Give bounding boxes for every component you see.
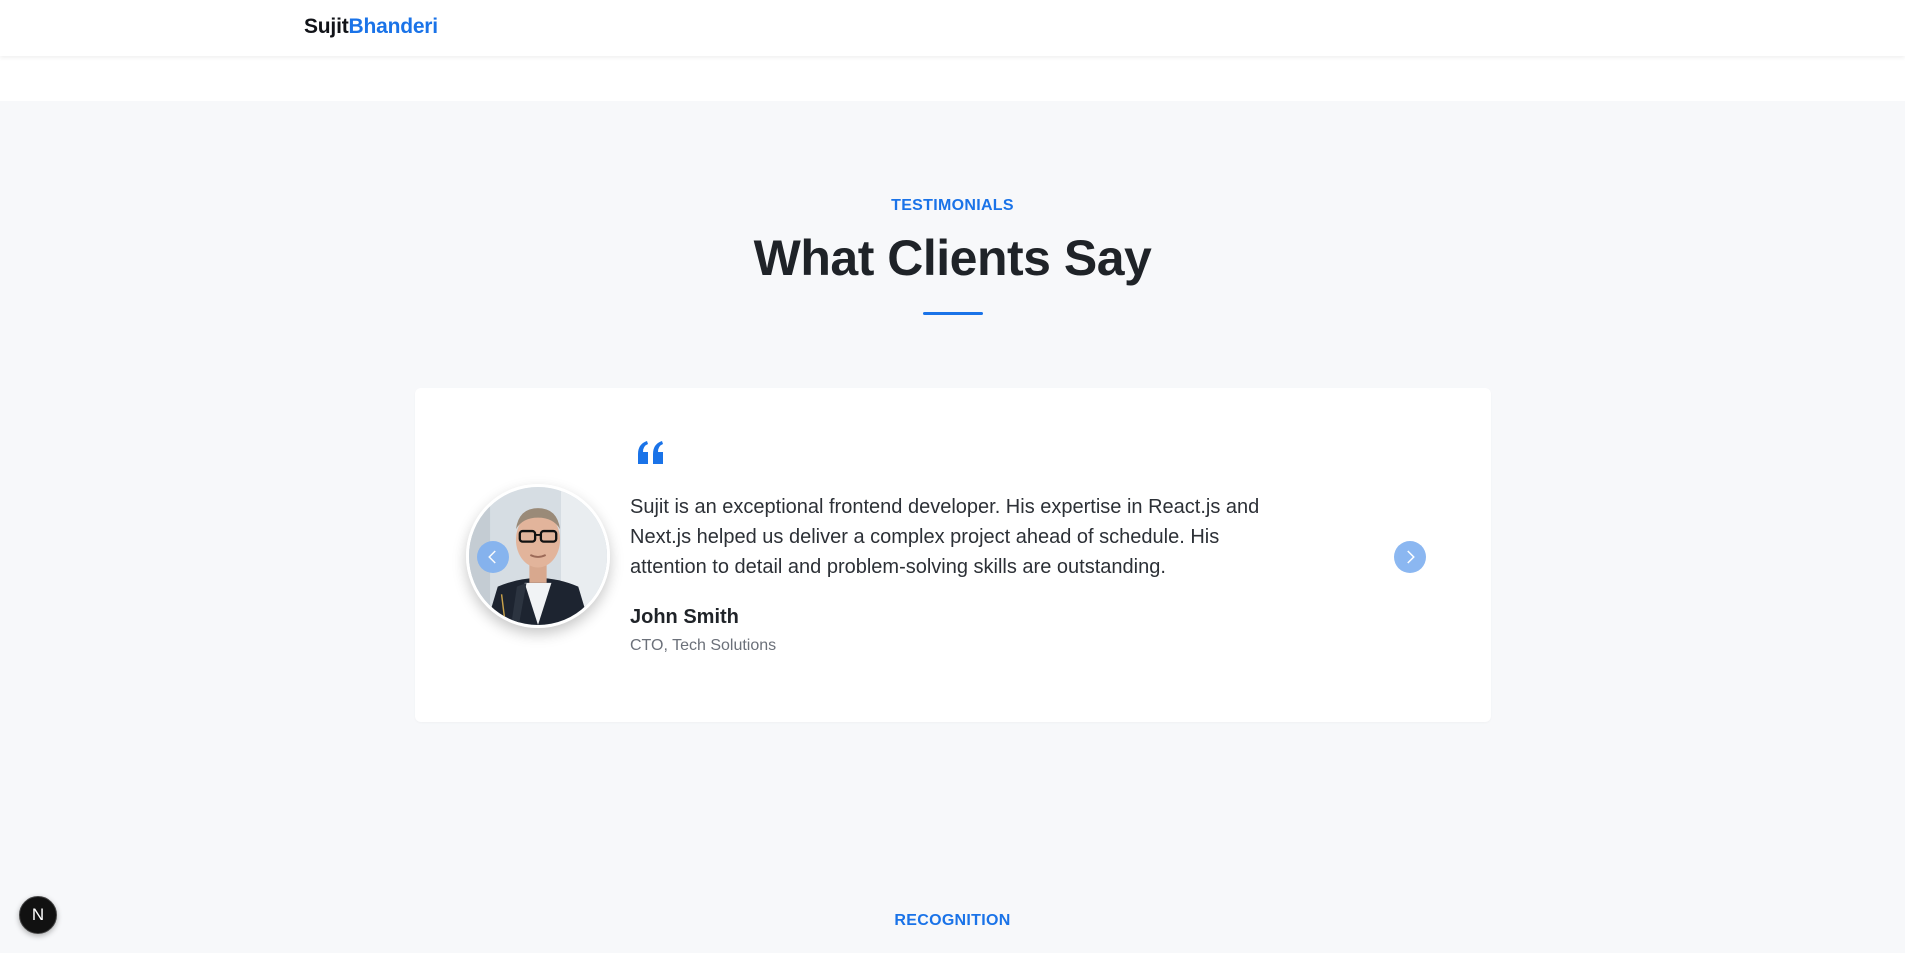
site-logo[interactable]: SujitBhanderi bbox=[304, 15, 438, 39]
author-name: John Smith bbox=[630, 606, 739, 628]
section-title: What Clients Say bbox=[753, 230, 1152, 286]
top-navbar: SujitBhanderi bbox=[0, 0, 1905, 56]
chevron-right-icon bbox=[1407, 550, 1415, 564]
chevron-left-icon bbox=[488, 550, 496, 564]
author-role: CTO, Tech Solutions bbox=[630, 637, 777, 654]
quote-icon bbox=[638, 441, 663, 464]
testimonial-card: Sujit is an exceptional frontend develop… bbox=[415, 388, 1491, 722]
testimonials-section: TESTIMONIALS What Clients Say Sujit is a… bbox=[0, 101, 1905, 953]
next-testimonial-button[interactable] bbox=[1394, 541, 1426, 573]
recognition-eyebrow: RECOGNITION bbox=[894, 912, 1011, 929]
dev-tools-badge[interactable]: N bbox=[19, 896, 57, 934]
testimonial-quote: Sujit is an exceptional frontend develop… bbox=[630, 496, 1260, 578]
logo-last-name: Bhanderi bbox=[348, 15, 439, 38]
section-eyebrow: TESTIMONIALS bbox=[891, 197, 1014, 214]
logo-first-name: Sujit bbox=[304, 15, 349, 38]
title-divider bbox=[923, 312, 983, 315]
hero-bottom-strip bbox=[0, 56, 1905, 101]
prev-testimonial-button[interactable] bbox=[477, 541, 509, 573]
dev-badge-letter: N bbox=[31, 905, 45, 924]
